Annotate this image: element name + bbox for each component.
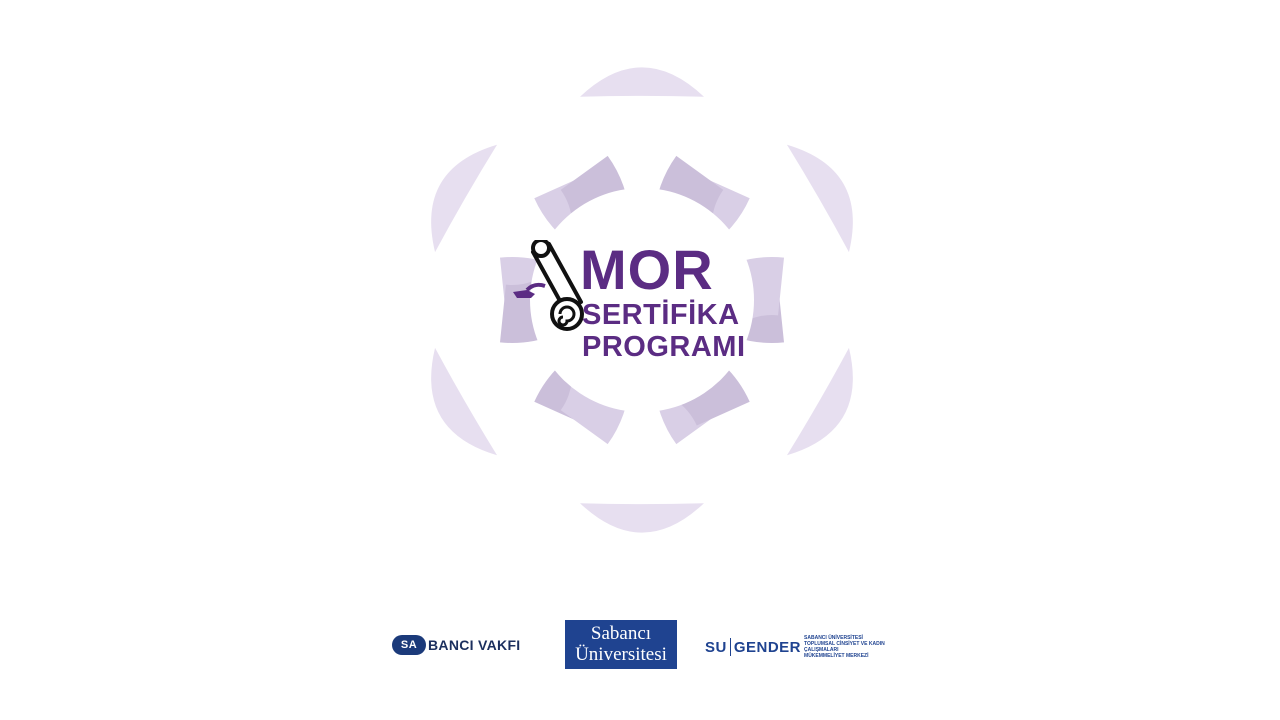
emblem-leaf xyxy=(580,67,704,97)
sugender-su: SU xyxy=(705,638,727,656)
sugender-desc-line2: TOPLUMSAL CİNSİYET VE KADIN ÇALIŞMALARI xyxy=(804,641,885,653)
emblem-leaf xyxy=(580,503,704,533)
title-programi: PROGRAMI xyxy=(582,331,746,363)
sugender-logo: SU GENDER SABANCI ÜNİVERSİTESİ TOPLUMSAL… xyxy=(705,635,914,659)
emblem-leaf xyxy=(786,347,853,456)
vakfi-text: BANCI VAKFI xyxy=(428,637,521,653)
sugender-gender: GENDER xyxy=(733,638,802,656)
sugender-description: SABANCI ÜNİVERSİTESİ TOPLUMSAL CİNSİYET … xyxy=(804,635,914,659)
university-line1: Sabancı xyxy=(590,622,652,644)
sabanci-vakfi-logo: SA BANCI VAKFI xyxy=(392,634,520,656)
emblem-leaf xyxy=(431,144,498,253)
sugender-desc-line3: MÜKEMMELİYET MERKEZİ xyxy=(804,653,869,659)
footer-logos: SA BANCI VAKFI Sabancı Üniversitesi SU G… xyxy=(0,620,1280,670)
university-line2: Üniversitesi xyxy=(575,643,667,665)
sugender-divider xyxy=(729,638,731,656)
emblem-leaf xyxy=(786,144,853,253)
vakfi-badge: SA xyxy=(392,635,426,655)
title-sertifika: SERTİFİKA xyxy=(582,299,740,331)
emblem-leaf xyxy=(431,347,498,456)
title-mor: MOR xyxy=(580,238,714,301)
sabanci-university-logo: Sabancı Üniversitesi xyxy=(565,620,677,669)
